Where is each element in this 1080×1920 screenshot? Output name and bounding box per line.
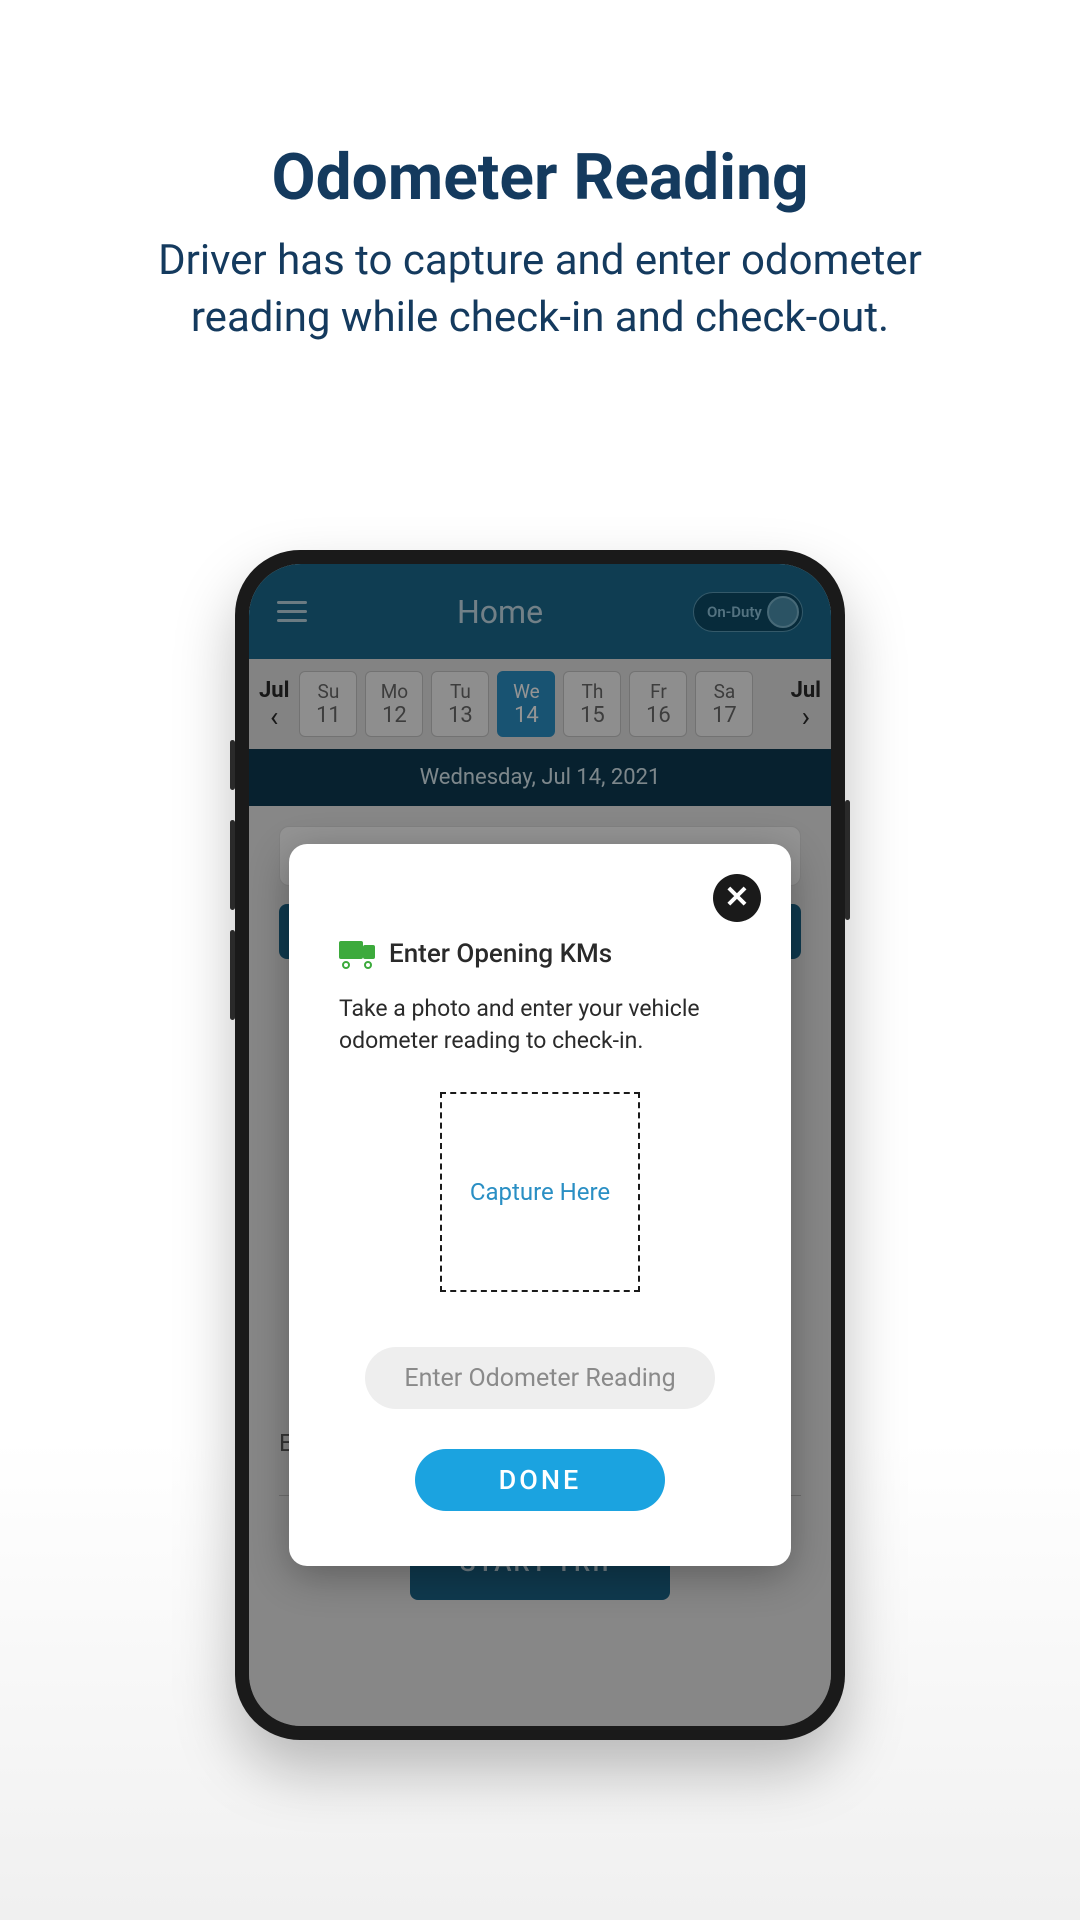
promo-subtitle: Driver has to capture and enter odometer…: [0, 233, 1080, 346]
modal-description: Take a photo and enter your vehicle odom…: [339, 993, 741, 1057]
modal-title: Enter Opening KMs: [389, 939, 612, 969]
odometer-modal: ✕ Enter Opening KMs Take a photo and ent…: [289, 844, 791, 1566]
promo-title: Odometer Reading: [0, 140, 1080, 215]
capture-label: Capture Here: [470, 1177, 610, 1208]
phone-mockup: Home On-Duty Jul ‹ Su11Mo12Tu13We14Th15F…: [235, 550, 845, 1740]
close-button[interactable]: ✕: [713, 874, 761, 922]
phone-side-button: [845, 800, 850, 920]
phone-side-button: [230, 740, 235, 790]
done-button[interactable]: DONE: [415, 1449, 665, 1511]
promo-section: Odometer Reading Driver has to capture a…: [0, 0, 1080, 346]
phone-screen: Home On-Duty Jul ‹ Su11Mo12Tu13We14Th15F…: [249, 564, 831, 1726]
phone-side-button: [230, 930, 235, 1020]
odometer-input[interactable]: [365, 1347, 715, 1409]
truck-icon: [339, 941, 375, 967]
capture-photo-area[interactable]: Capture Here: [440, 1092, 640, 1292]
close-icon: ✕: [724, 883, 749, 913]
phone-side-button: [230, 820, 235, 910]
